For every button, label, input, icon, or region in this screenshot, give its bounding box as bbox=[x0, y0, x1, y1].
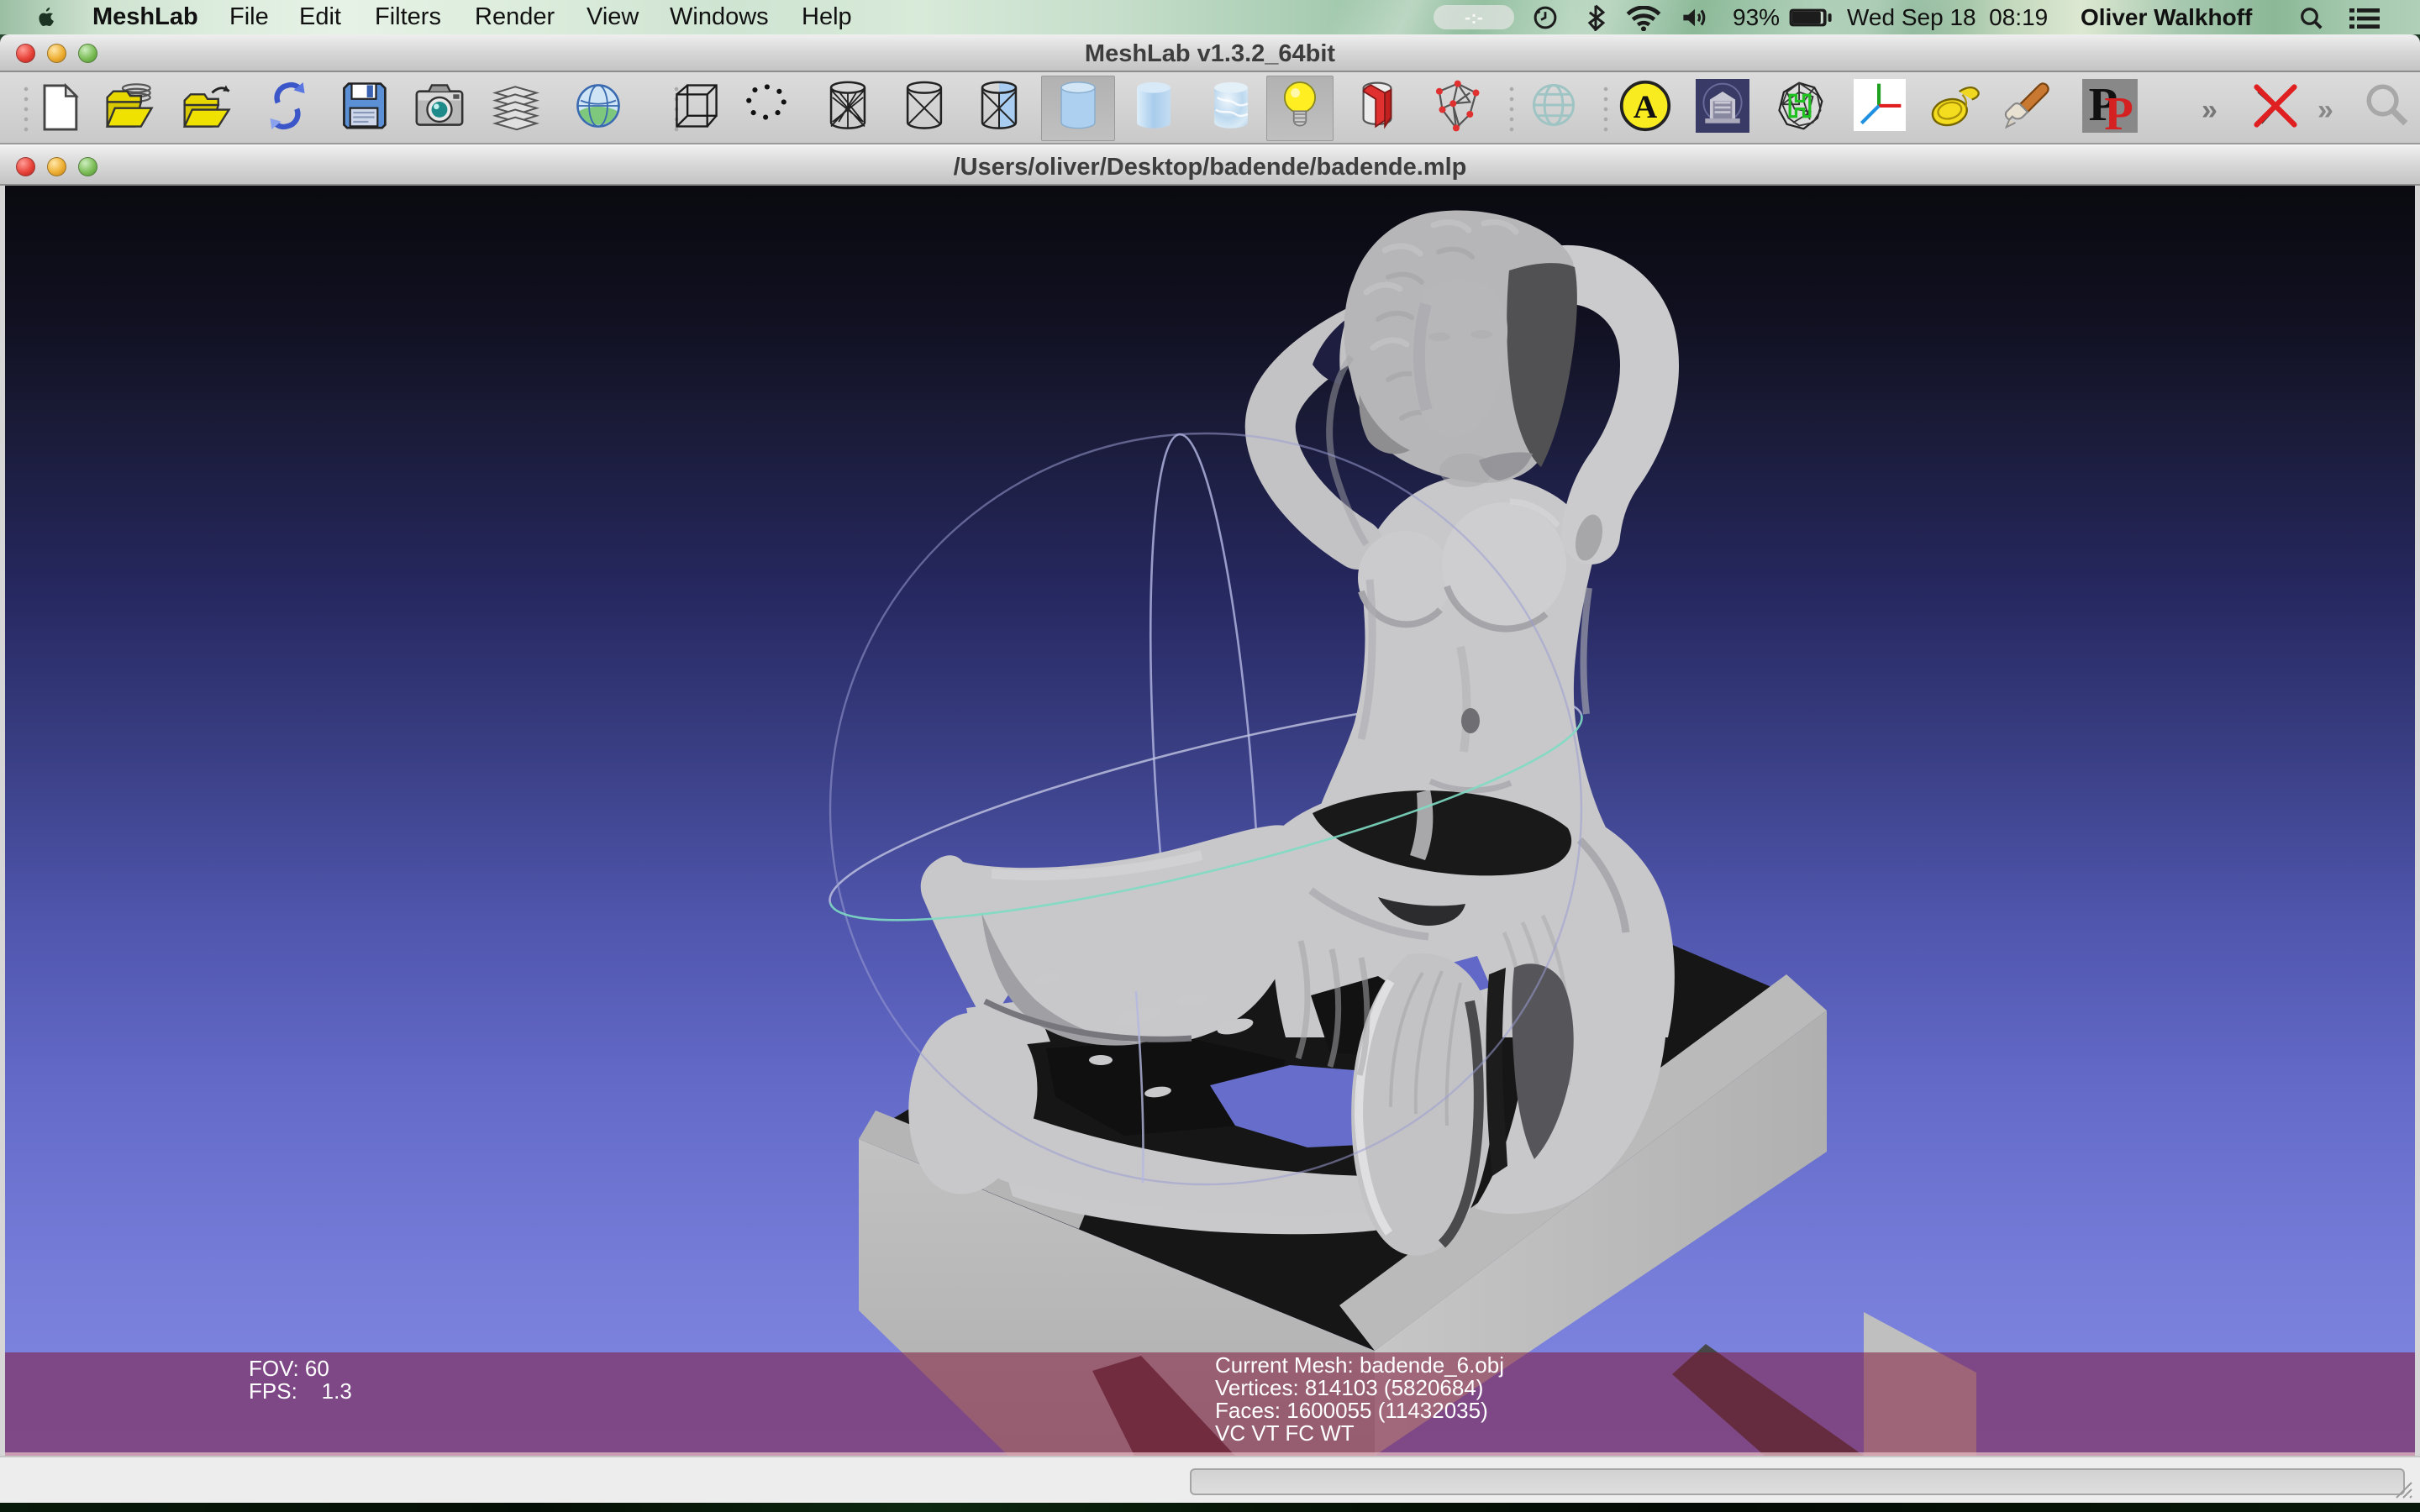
svg-text:A: A bbox=[1634, 88, 1658, 125]
svg-text:P: P bbox=[2104, 88, 2133, 133]
